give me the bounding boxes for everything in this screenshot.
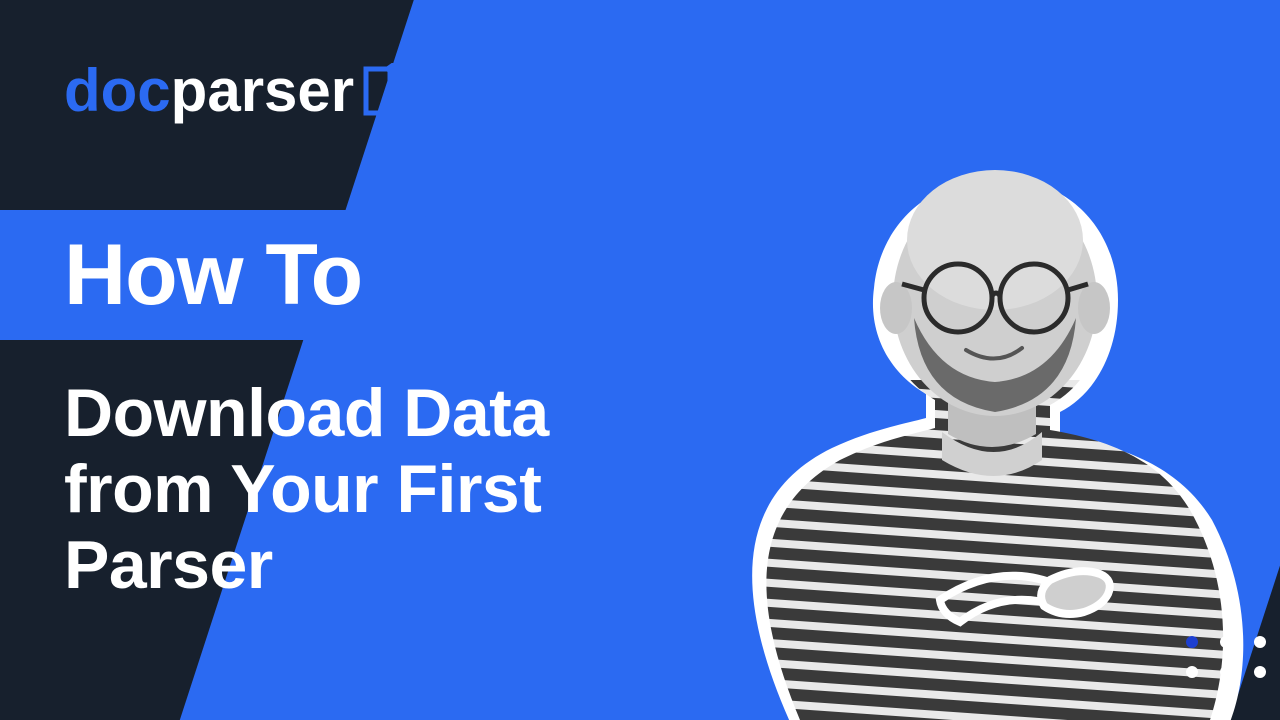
- title-line-2: from Your First: [64, 451, 549, 527]
- dot-icon: [1220, 666, 1232, 678]
- dots-row: [1186, 666, 1266, 678]
- presenter-photo: [690, 40, 1250, 720]
- docparser-logo: docparser: [64, 56, 406, 125]
- title-line-1: Download Data: [64, 375, 549, 451]
- dot-icon: [1186, 636, 1198, 648]
- logo-text: docparser: [64, 56, 354, 125]
- how-to-tag: How To: [0, 210, 420, 340]
- dots-row: [1186, 636, 1266, 648]
- title-line-3: Parser: [64, 527, 549, 603]
- logo-prefix: doc: [64, 57, 171, 124]
- how-to-label: How To: [64, 226, 362, 325]
- logo-suffix: parser: [171, 57, 354, 124]
- dot-icon: [1254, 636, 1266, 648]
- thumbnail-stage: docparser How To Download Data from Your…: [0, 0, 1280, 720]
- video-title: Download Data from Your First Parser: [64, 375, 549, 603]
- upload-doc-icon: [360, 63, 406, 119]
- dot-icon: [1186, 666, 1198, 678]
- dot-icon: [1220, 636, 1232, 648]
- dot-icon: [1254, 666, 1266, 678]
- decorative-dots: [1186, 636, 1266, 678]
